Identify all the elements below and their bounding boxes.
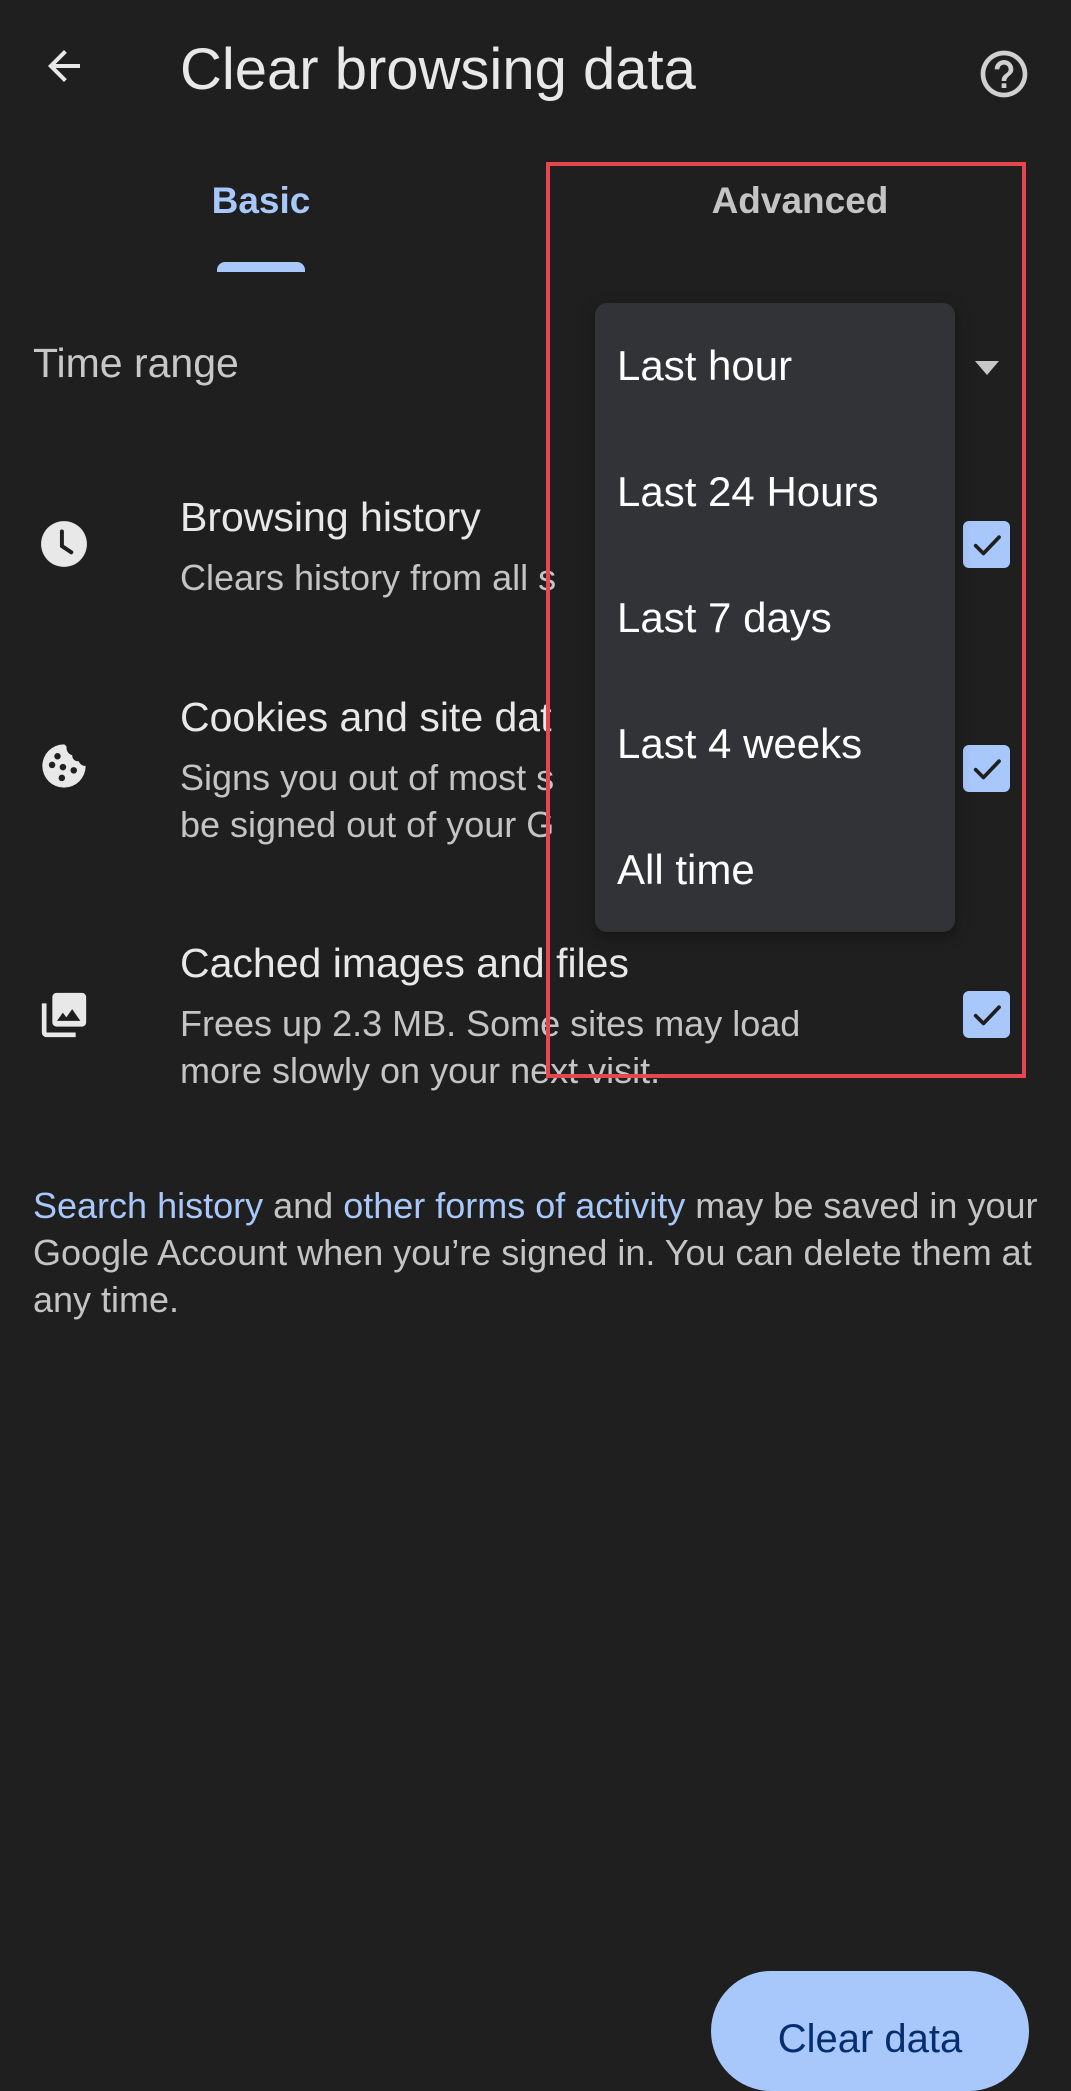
help-button[interactable]: [968, 38, 1040, 110]
time-range-label: Time range: [33, 340, 239, 386]
arrow-back-icon: [48, 50, 80, 82]
cached-images-checkbox[interactable]: [963, 991, 1010, 1038]
checkmark-icon: [973, 534, 1001, 555]
menu-item-last-24-hours[interactable]: Last 24 Hours: [595, 429, 955, 555]
back-button[interactable]: [28, 30, 100, 102]
page-title: Clear browsing data: [180, 37, 696, 102]
tab-basic[interactable]: Basic: [0, 180, 522, 270]
cached-images-title: Cached images and files: [180, 940, 629, 986]
checkmark-icon: [973, 1004, 1001, 1025]
search-history-link[interactable]: Search history: [33, 1185, 263, 1226]
clear-data-label: Clear data: [777, 2017, 963, 2061]
menu-item-last-7-days[interactable]: Last 7 days: [595, 555, 955, 681]
cached-images-subtitle-line1: Frees up 2.3 MB. Some sites may load: [180, 1003, 801, 1044]
clock-icon: [28, 508, 100, 580]
browsing-history-checkbox[interactable]: [963, 521, 1010, 568]
tab-advanced-label: Advanced: [711, 180, 889, 221]
photo-library-icon: [28, 979, 100, 1051]
browsing-history-title: Browsing history: [180, 494, 481, 540]
cached-images-subtitle-line2: more slowly on your next visit.: [180, 1050, 661, 1091]
time-range-dropdown-menu: Last hour Last 24 Hours Last 7 days Last…: [595, 303, 955, 932]
help-circle-icon: [980, 50, 1028, 98]
other-activity-link[interactable]: other forms of activity: [343, 1185, 685, 1226]
account-activity-note: Search history and other forms of activi…: [33, 1182, 1043, 1323]
cookies-checkbox[interactable]: [963, 745, 1010, 792]
note-text-1: and: [263, 1185, 344, 1226]
tab-advanced[interactable]: Advanced: [548, 180, 1052, 270]
menu-item-last-4-weeks[interactable]: Last 4 weeks: [595, 681, 955, 807]
tab-basic-label: Basic: [211, 180, 311, 221]
cookies-title: Cookies and site dat: [180, 694, 552, 740]
checkmark-icon: [973, 758, 1001, 779]
tab-selected-indicator: [217, 262, 305, 272]
dropdown-arrow-icon[interactable]: [972, 358, 1002, 378]
menu-item-last-hour[interactable]: Last hour: [595, 303, 955, 429]
menu-item-all-time[interactable]: All time: [595, 807, 955, 933]
cookie-icon: [28, 730, 100, 802]
clear-data-button[interactable]: Clear data: [711, 1971, 1029, 2091]
